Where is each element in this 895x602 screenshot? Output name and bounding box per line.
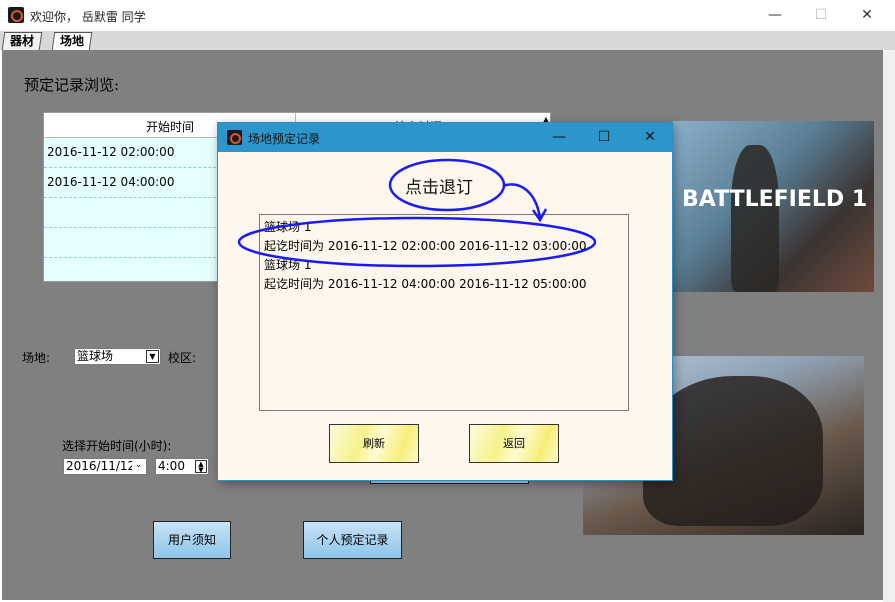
annotation-circle-small [388,158,506,212]
annotation-arrow-icon [502,183,548,223]
annotation-overlay [237,158,597,268]
annotation-circle-large [237,216,597,268]
